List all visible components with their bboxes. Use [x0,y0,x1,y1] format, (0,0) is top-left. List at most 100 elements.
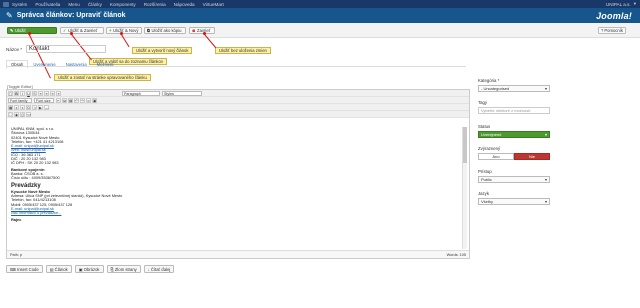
copy-icon: ⧉ [147,28,150,33]
editor-toolbar-row-1: ▢ B I U S ≡ ≡ ≡ ≡ Paragraph Styles [7,90,469,97]
title-input[interactable]: Kontakt [26,45,106,53]
featured-yes-button[interactable]: Áno [478,153,514,160]
tab-publishing[interactable]: Uverejnenie [28,60,60,69]
save-new-label: Uložiť & Nový [112,28,139,33]
align-justify-icon[interactable]: ≡ [56,90,61,96]
menu-users[interactable]: Používatelia [35,2,60,7]
insert-code-label: Insert Code [17,266,39,272]
content-line: IČ DPH : SK 20 20 132 983 [11,160,59,166]
joomla-logo: Joomla! [596,10,632,21]
editor-scrollbar[interactable] [462,127,467,249]
save-label: Uložiť [15,28,26,33]
underline-icon[interactable]: U [26,90,31,96]
styles-select[interactable]: Styles [162,90,202,96]
pagebreak-icon: ⎘ [110,266,114,272]
menu-components[interactable]: Komponenty [110,2,136,7]
user-menu-chevron-icon[interactable]: ▾ [634,1,636,7]
preview-icon[interactable]: ◉ [14,111,19,117]
help-button[interactable]: ? Pomocník [598,27,626,34]
horizontal-rule-icon[interactable]: — [44,104,49,110]
article-button[interactable]: ▤ Článok [45,265,72,273]
editor-extra-buttons: ⌨ Insert Code ▤ Článok ▣ Obrázok ⎘ Zlom stra… [6,265,177,273]
undo-icon[interactable]: ↶ [74,97,79,103]
cut-icon[interactable]: ✂ [56,97,61,103]
italic-icon[interactable]: I [20,90,25,96]
table-icon[interactable]: ▦ [8,104,13,110]
image-icon[interactable]: ▣ [92,97,97,103]
copy-icon[interactable]: ⧉ [62,97,67,103]
tags-input[interactable]: Vyberte niektoré z možností [478,107,550,114]
menu-help[interactable]: Nápoveda [174,2,195,7]
menu-system[interactable]: Systém [12,2,27,7]
note-save-new: Uložiť a vytvoriť nový článok [132,47,193,54]
insert-code-button[interactable]: ⌨ Insert Code [6,265,43,273]
image-label: Obrázok [83,266,100,272]
fullscreen-icon[interactable]: ⛶ [8,111,13,117]
save-new-button[interactable]: + Uložiť & Nový [106,27,142,34]
subscript-icon[interactable]: x [14,104,19,110]
image-button[interactable]: ▣ Obrázok [74,265,104,273]
bold-icon[interactable]: B [14,90,19,96]
category-select[interactable]: - Uncategorised [478,85,550,92]
pagebreak-button[interactable]: ⎘ Zlom strany [106,265,141,273]
align-right-icon[interactable]: ≡ [50,90,55,96]
link-icon[interactable]: ∞ [86,97,91,103]
pencil-icon: ✎ [6,11,13,20]
save-close-button[interactable]: ✓ Uložiť & Zavrieť [60,27,104,34]
format-select[interactable]: Paragraph [122,90,160,96]
word-count: Words: 105 [446,252,466,257]
access-select[interactable]: Public [478,176,550,183]
language-select[interactable]: Všetky [478,198,550,205]
toolbar: ✎ Uložiť ✓ Uložiť & Zavrieť + Uložiť & N… [0,23,640,38]
article-label: Článok [54,266,68,272]
content-heading: Prevádzky [11,182,41,189]
access-field: Prístup Public [478,169,550,183]
page-title: Správca článkov: Upraviť článok [16,12,126,19]
align-left-icon[interactable]: ≡ [38,90,43,96]
align-center-icon[interactable]: ≡ [44,90,49,96]
editor-toolbar-row-3: ▦ x x Ω ☺ ▶ — [7,104,469,111]
tags-label: Tagy [478,100,488,105]
paste-icon[interactable]: ▤ [68,97,73,103]
save-copy-label: Uložiť ako kópiu [151,28,182,33]
category-label: Kategória * [478,78,500,83]
print-icon[interactable]: ⎙ [20,111,25,117]
redo-icon[interactable]: ↷ [80,97,85,103]
menu-extensions[interactable]: Rozšírenia [144,2,166,7]
language-label: Jazyk [478,191,489,196]
strikethrough-icon[interactable]: S [32,90,37,96]
emoticon-icon[interactable]: ☺ [32,104,37,110]
user-menu[interactable]: UNIPAL a.s. [606,2,631,7]
font-family-select[interactable]: Font family [8,97,32,103]
save-copy-button[interactable]: ⧉ Uložiť ako kópiu [144,27,186,34]
font-size-select[interactable]: Font size [34,97,54,103]
featured-no-button[interactable]: Nie [514,153,550,160]
readmore-button[interactable]: ↓ Čítať ďalej [143,265,175,273]
menu-articles[interactable]: Články [88,2,102,7]
special-char-icon[interactable]: Ω [26,104,31,110]
menu-virtuemart[interactable]: VirtueMart [203,2,224,7]
content-link[interactable]: viac informácií o prevádzke... [11,211,459,216]
plus-icon: + [109,28,112,33]
code-icon[interactable]: <> [26,111,31,117]
content-subheading: Rajec [11,216,22,222]
featured-label: Zvýraznený [478,146,501,151]
joomla-menu-icon[interactable] [3,1,9,7]
save-button[interactable]: ✎ Uložiť [7,27,57,34]
editor-toolbar-row-2: Font family Font size ✂ ⧉ ▤ ↶ ↷ ∞ ▣ [7,97,469,104]
superscript-icon[interactable]: x [20,104,25,110]
status-select[interactable]: Uverejnené [478,131,550,138]
editor-toolbar-row-4: ⛶ ◉ ⎙ <> [7,111,469,118]
editor-content[interactable]: UNIPAL KNM, spol. s r.o. Štúrova 1305/44 0… [11,126,459,222]
title-field-label: Názov * [6,47,23,52]
scrollbar-thumb[interactable] [463,127,467,163]
new-document-icon[interactable]: ▢ [8,90,13,96]
tab-content[interactable]: Obsah [6,60,29,69]
tab-options[interactable]: Možnosti [92,60,119,69]
tab-bar: Obsah Uverejnenie Nastavenia Možnosti [6,60,118,69]
tab-settings[interactable]: Nastavenia [61,60,92,69]
menu-menus[interactable]: Menu [68,2,80,7]
editor-path: Path: p [10,252,23,257]
media-icon[interactable]: ▶ [38,104,43,110]
access-label: Prístup [478,169,492,174]
